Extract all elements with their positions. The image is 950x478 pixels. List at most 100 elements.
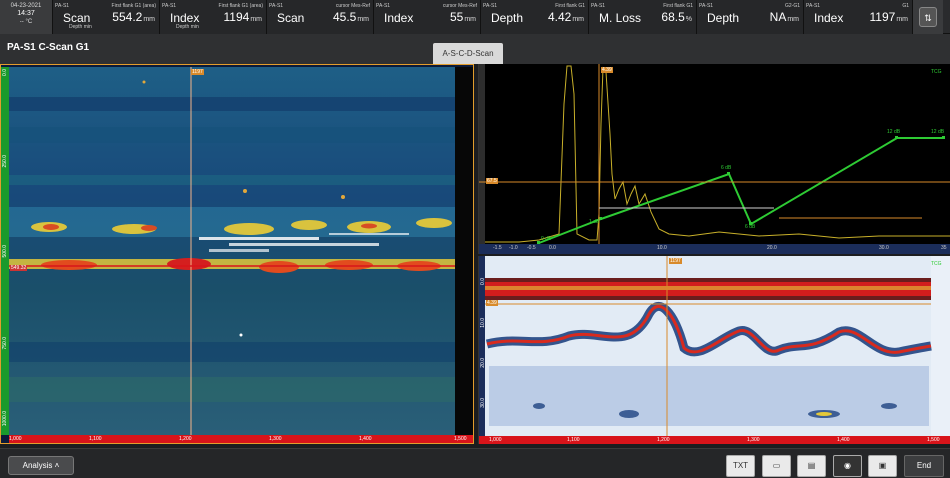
reading-value: 554.2mm (112, 10, 155, 24)
bscan-y-tick: 10.0 (480, 318, 486, 328)
ascan-x-tick: 20.0 (767, 245, 777, 251)
reading-title: First flank G1 (area) (111, 3, 156, 9)
reading-name: Scan (277, 11, 305, 25)
ascan-plot[interactable] (479, 64, 950, 254)
reading-title: G1 (902, 3, 909, 9)
reading-name: Index (170, 11, 200, 25)
screenshot-button[interactable]: ◉ (833, 455, 862, 477)
tab-ascan-view[interactable]: A-S-C-D-Scan (433, 43, 503, 64)
reading-value: 55mm (449, 10, 476, 24)
reading-title: First flank G1 (663, 3, 693, 9)
cscan-y-tick: 750.0 (2, 337, 8, 350)
chevron-up-icon: ˄ (54, 461, 60, 470)
cscan-x-tick: 1,000 (9, 436, 22, 442)
reading-group: PA-S1 (376, 3, 391, 9)
cscan-y-tick: 250.0 (2, 155, 8, 168)
tcg-point-label: 1 dB (589, 219, 600, 225)
reading-name: Depth (707, 11, 740, 25)
bscan-index-cursor-label[interactable]: 1197 (669, 258, 682, 264)
txt-icon: TXT (732, 461, 749, 470)
cscan-scan-cursor-label[interactable]: 549.32 (10, 265, 28, 271)
tcg-point-label: 0 dB (541, 236, 552, 242)
reading-group: PA-S1 (806, 3, 821, 9)
reading-value: 1194mm (223, 10, 262, 24)
bscan-x-tick: 1,000 (489, 437, 502, 443)
reading-value: 68.5% (661, 10, 692, 24)
bscan-depth-cursor-label[interactable]: 4.39 (486, 300, 498, 306)
reading-group: PA-S1 (699, 3, 714, 9)
ascan-x-tick: 10.0 (657, 245, 667, 251)
tcg-point-label: 6 dB (721, 165, 732, 171)
reading-value: 1197mm (869, 10, 908, 24)
reading-g1-index[interactable]: PA-S1 G1 Index 1197mm (804, 0, 913, 34)
report-button[interactable]: ▤ (797, 455, 826, 477)
bscan-x-tick: 1,200 (657, 437, 670, 443)
reading-scan-depth-min[interactable]: PA-S1 First flank G1 (area) Scan Depth m… (53, 0, 160, 34)
page-title: PA-S1 C-Scan G1 (7, 42, 90, 53)
ascan-x-tick: 0.0 (549, 245, 556, 251)
time-label: 14:37 (17, 10, 35, 17)
reading-value: 4.42mm (547, 10, 584, 24)
reading-g2-g1-depth[interactable]: PA-S1 G2-G1 Depth NAmm (697, 0, 804, 34)
date-label: 04-23-2021 (10, 3, 42, 9)
reading-title: G2-G1 (784, 3, 800, 9)
reading-group: PA-S1 (55, 3, 70, 9)
cscan-index-cursor-label[interactable]: 1197 (191, 69, 204, 75)
ascan-tcg-label: TCG (931, 69, 942, 75)
reading-cursor-index[interactable]: PA-S1 cursor Mes-Ref Index 55mm (374, 0, 481, 34)
layout-button[interactable]: ▭ (762, 455, 791, 477)
reading-depth[interactable]: PA-S1 First flank G1 Depth 4.42mm (481, 0, 589, 34)
reading-title: cursor Mes-Ref (335, 3, 370, 9)
reading-metal-loss[interactable]: PA-S1 First flank G1 M. Loss 68.5% (589, 0, 697, 34)
cscan-horizontal-ruler[interactable] (9, 435, 473, 443)
reading-group: PA-S1 (483, 3, 498, 9)
ascan-cursor-label[interactable]: 4.39 (601, 67, 613, 73)
analysis-button[interactable]: Analysis ˄ (8, 456, 74, 475)
reading-cursor-scan[interactable]: PA-S1 cursor Mes-Ref Scan 45.5mm (267, 0, 374, 34)
export-txt-button[interactable]: TXT (726, 455, 755, 477)
date-time-box: 04-23-2021 14:37 -- °C (0, 0, 53, 34)
camera-icon: ◉ (844, 461, 851, 470)
reading-group: PA-S1 (591, 3, 606, 9)
config-button[interactable]: ⇅ (913, 0, 943, 34)
bscan-y-tick: 30.0 (480, 398, 486, 408)
bscan-panel[interactable]: TCG 1197 4.39 1,000 1,100 1,200 1,300 1,… (478, 256, 950, 444)
analysis-label: Analysis (22, 461, 53, 470)
cscan-x-tick: 1,300 (269, 436, 282, 442)
reading-name: M. Loss (599, 11, 642, 25)
cscan-x-tick: 1,100 (89, 436, 102, 442)
cscan-x-tick: 1,200 (179, 436, 192, 442)
reading-name: Index (814, 11, 844, 25)
ascan-panel[interactable]: TCG 4.39 67.5 -1.5 -1.0 -0.5 0.0 10.0 20… (478, 64, 950, 254)
reading-group: PA-S1 (162, 3, 177, 9)
reading-title: First flank G1 (555, 3, 585, 9)
tcg-point-label: 12 dB (931, 129, 945, 135)
reading-index-depth-min[interactable]: PA-S1 First flank G1 (area) Index Depth … (160, 0, 267, 34)
ascan-x-tick: -1.0 (509, 245, 518, 251)
reading-name: Scan (63, 11, 91, 25)
cscan-y-tick: 1000.0 (2, 411, 8, 427)
bottom-toolbar: Analysis ˄ TXT ▭ ▤ ◉ ▣ End (0, 448, 950, 478)
cscan-panel[interactable]: 1197 549.32 1,000 1,100 1,200 1,300 1,40… (0, 64, 474, 444)
end-button[interactable]: End (904, 455, 944, 477)
cscan-y-tick: 500.0 (2, 245, 8, 258)
cscan-x-tick: 1,500 (454, 436, 467, 442)
bscan-y-tick: 0.0 (480, 278, 486, 285)
bscan-tcg-label: TCG (931, 261, 942, 267)
save-button[interactable]: ▣ (868, 455, 897, 477)
cscan-image[interactable] (9, 67, 455, 435)
ascan-x-tick: 35 (941, 245, 947, 251)
ascan-x-tick: -1.5 (493, 245, 502, 251)
tcg-point-label: 6 dB (745, 224, 756, 230)
ascan-x-tick: -0.5 (527, 245, 536, 251)
bscan-x-tick: 1,400 (837, 437, 850, 443)
cscan-y-tick: 0.0 (2, 69, 8, 76)
view-title-row: PA-S1 C-Scan G1 A-S-C-D-Scan (0, 34, 950, 64)
cscan-scrollbar-area[interactable] (455, 67, 473, 435)
measurement-bar: 04-23-2021 14:37 -- °C PA-S1 First flank… (0, 0, 950, 34)
config-icon: ⇅ (919, 7, 937, 27)
reading-sub: Depth min (69, 24, 92, 30)
ascan-gate-label[interactable]: 67.5 (486, 178, 498, 184)
bscan-plot[interactable] (479, 256, 950, 444)
reading-group: PA-S1 (269, 3, 284, 9)
